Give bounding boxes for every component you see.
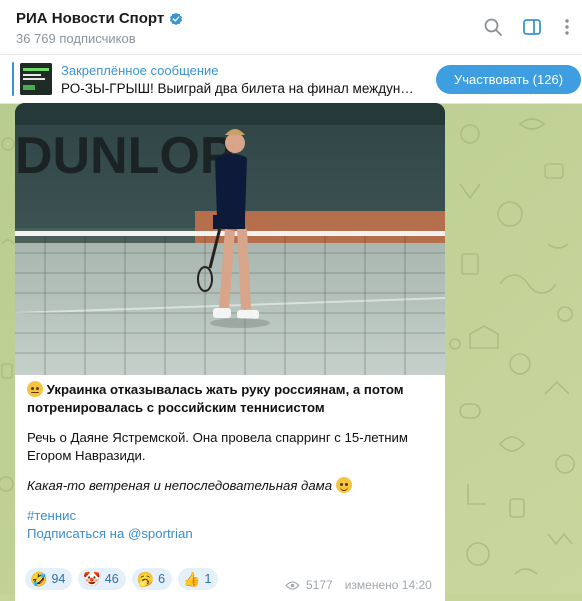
clown-emoji-icon: 🤡 (83, 570, 101, 587)
reaction-thumbs-up[interactable]: 👍 1 (178, 568, 219, 590)
pinned-indicator (12, 62, 14, 96)
reaction-rofl[interactable]: 🤣 94 (25, 568, 73, 590)
post-text: Украинка отказывалась жать руку россияна… (27, 381, 437, 543)
search-icon[interactable] (482, 16, 504, 38)
rofl-emoji-icon: 🤣 (30, 570, 48, 587)
reaction-yawn[interactable]: 🥱 6 (131, 568, 173, 590)
post-headline: Украинка отказывалась жать руку россияна… (27, 381, 404, 415)
tennis-photo: DUNLOP (15, 103, 445, 375)
pinned-label: Закреплённое сообщение (61, 63, 219, 78)
hashtag-link[interactable]: #теннис (27, 507, 437, 525)
photo-banner-text: DUNLOP (15, 127, 235, 185)
reactions-bar: 🤣 94 🤡 46 🥱 6 👍 1 (25, 568, 219, 590)
reaction-clown[interactable]: 🤡 46 (78, 568, 126, 590)
subscriber-count: 36 769 подписчиков (16, 31, 136, 46)
sweat-smile-emoji-icon (335, 477, 352, 493)
channel-post: DUNLOP Украинка отказывалась жать руку р… (15, 103, 445, 601)
edited-time: изменено 14:20 (344, 578, 432, 592)
chat-header: РИА Новости Спорт 36 769 подписчиков (0, 0, 582, 55)
channel-title[interactable]: РИА Новости Спорт (16, 10, 183, 27)
pinned-thumbnail (20, 63, 52, 95)
neutral-face-emoji-icon (27, 381, 43, 397)
participate-button[interactable]: Участвовать (126) (436, 65, 581, 94)
yawn-emoji-icon: 🥱 (136, 570, 155, 587)
post-comment: Какая-то ветреная и непоследовательная д… (27, 477, 437, 495)
thumbs-up-emoji-icon: 👍 (183, 570, 201, 587)
more-vertical-icon[interactable] (556, 16, 578, 38)
channel-name: РИА Новости Спорт (16, 10, 165, 27)
post-body: Речь о Даяне Ястремской. Она провела спа… (27, 430, 408, 463)
pinned-text: РО-ЗЫ-ГРЫШ! Выиграй два билета на финал … (61, 81, 414, 96)
post-meta: 5177 изменено 14:20 (285, 578, 432, 592)
post-photo[interactable]: DUNLOP (15, 103, 445, 375)
sidebar-toggle-icon[interactable] (521, 16, 543, 38)
verified-badge-icon (170, 12, 183, 25)
view-count: 5177 (306, 578, 333, 592)
eye-icon (285, 580, 300, 590)
subscribe-link[interactable]: Подписаться на @sportrian (27, 525, 437, 543)
